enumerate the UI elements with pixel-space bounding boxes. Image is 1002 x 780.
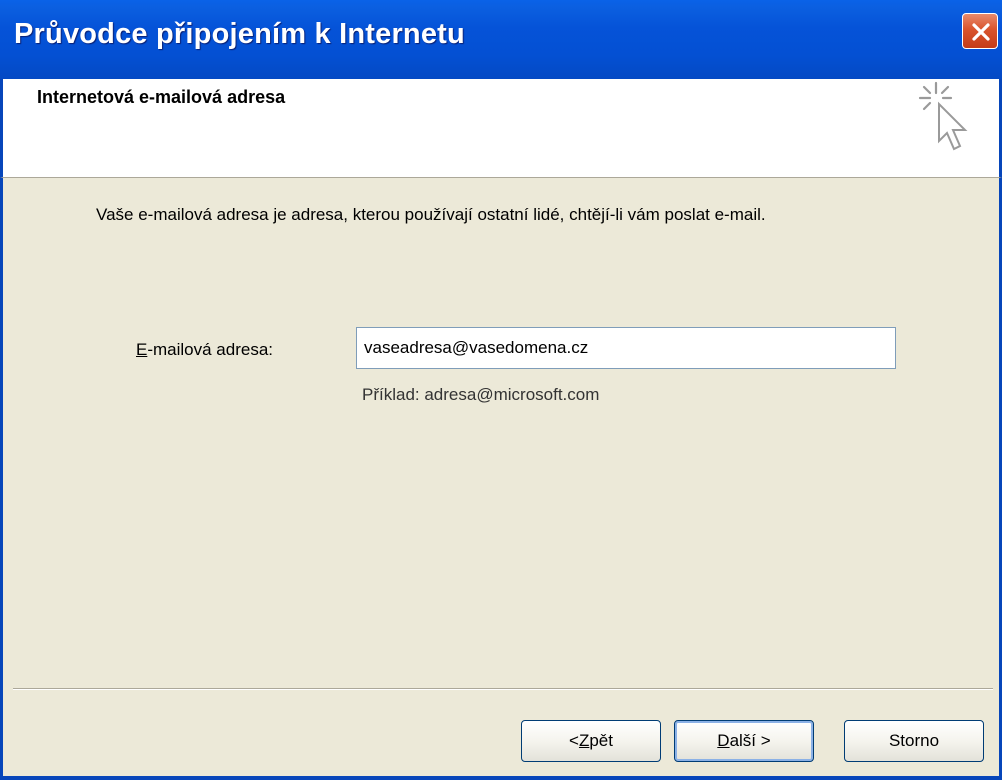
next-button[interactable]: Další > <box>674 720 814 762</box>
email-label-text: -mailová adresa: <box>147 340 274 359</box>
example-text: Příklad: adresa@microsoft.com <box>362 385 600 404</box>
title-bar: Průvodce připojením k Internetu <box>0 0 1002 79</box>
description-text: Vaše e-mailová adresa je adresa, kterou … <box>96 205 766 224</box>
back-button[interactable]: < Zpět <box>521 720 661 762</box>
close-icon <box>972 23 990 41</box>
back-button-label: pět <box>589 731 613 750</box>
email-label: E-mailová adresa: <box>136 340 273 360</box>
close-button[interactable] <box>962 13 998 49</box>
window-border <box>0 776 1002 780</box>
wizard-content: Vaše e-mailová adresa je adresa, kterou … <box>0 178 1002 780</box>
wizard-cursor-sparkle-icon <box>918 81 968 151</box>
page-title: Internetová e-mailová adresa <box>37 87 286 107</box>
divider <box>13 688 993 690</box>
back-button-prefix: < <box>569 731 579 750</box>
back-button-accel: Z <box>578 731 590 750</box>
next-button-label: alší > <box>729 731 771 750</box>
next-button-accel: D <box>717 731 730 750</box>
cancel-button[interactable]: Storno <box>844 720 984 762</box>
email-label-accel: E <box>136 340 148 359</box>
wizard-header: Internetová e-mailová adresa <box>0 79 1002 178</box>
email-field[interactable] <box>356 327 896 369</box>
window-title: Průvodce připojením k Internetu <box>14 18 465 50</box>
